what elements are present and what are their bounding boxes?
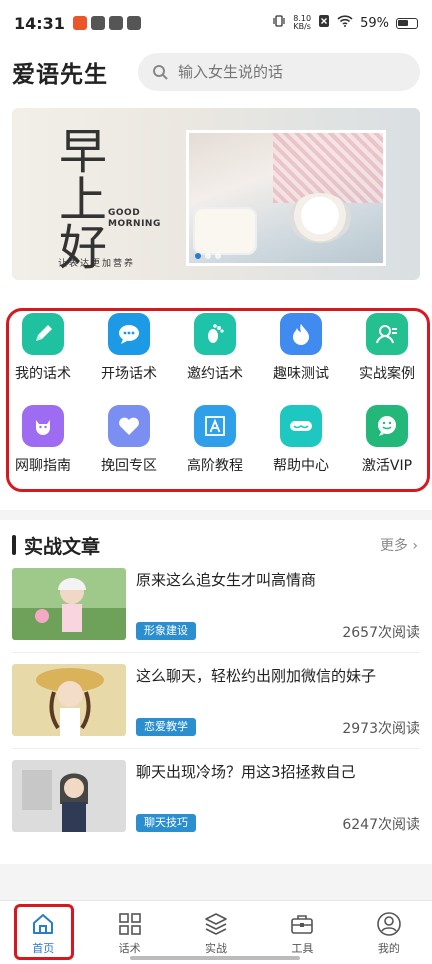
banner-carousel[interactable]: 早上好 GOOD MORNING 让表达更加营养 <box>12 108 420 280</box>
status-time: 14:31 <box>14 13 65 33</box>
banner-english: GOOD MORNING <box>108 208 161 230</box>
net-speed: 8.10 KB/s <box>293 15 311 31</box>
status-bar: 14:31 8.10 KB/s 59% <box>0 0 432 46</box>
divider <box>12 748 420 749</box>
article-thumbnail <box>12 568 126 640</box>
carousel-dot <box>205 253 211 259</box>
app-notification-icon <box>108 16 123 30</box>
nav-label: 工具 <box>291 942 314 955</box>
more-link[interactable]: 更多 › <box>380 535 418 555</box>
net-speed-unit: KB/s <box>293 22 311 31</box>
article-tag: 聊天技巧 <box>136 814 196 832</box>
article-item[interactable]: 原来这么追女生才叫高情商 形象建设 2657次阅读 <box>0 568 432 664</box>
article-title: 原来这么追女生才叫高情商 <box>136 571 317 589</box>
app-title: 爱语先生 <box>12 62 108 88</box>
article-item[interactable]: 聊天出现冷场？用这3招拯救自己 聊天技巧 6247次阅读 <box>0 760 432 856</box>
section-header: 实战文章 更多 › <box>0 520 432 570</box>
photo-bowl <box>289 193 351 243</box>
battery-icon <box>396 17 418 29</box>
nav-highlight-box <box>14 904 74 960</box>
photo-cloth <box>273 133 383 203</box>
nav-label: 实战 <box>205 942 228 955</box>
battery-percent: 59% <box>360 15 389 31</box>
nav-item-scripts[interactable]: 话术 <box>86 901 172 964</box>
nav-item-practice[interactable]: 实战 <box>173 901 259 964</box>
app-notification-icon <box>90 16 105 30</box>
article-tag: 形象建设 <box>136 622 196 640</box>
section-bar <box>12 535 16 555</box>
search-bar[interactable] <box>138 53 420 91</box>
app-notification-icon <box>126 16 141 30</box>
carousel-dot <box>215 253 221 259</box>
home-indicator <box>130 956 300 960</box>
article-thumbnail <box>12 664 126 736</box>
article-item[interactable]: 这么聊天，轻松约出刚加微信的妹子 恋爱教学 2973次阅读 <box>0 664 432 760</box>
header: 爱语先生 <box>0 46 432 98</box>
wifi-icon <box>337 15 353 31</box>
article-reads: 2973次阅读 <box>342 721 420 737</box>
section-title: 实战文章 <box>24 535 101 558</box>
divider <box>12 652 420 653</box>
banner-english-line2: MORNING <box>108 219 161 229</box>
carousel-indicator <box>195 253 221 259</box>
more-label: 更多 <box>379 538 408 554</box>
article-reads: 6247次阅读 <box>342 817 420 833</box>
article-reads: 2657次阅读 <box>342 625 420 641</box>
article-title: 聊天出现冷场？用这3招拯救自己 <box>136 763 356 781</box>
search-input[interactable] <box>178 63 406 81</box>
nav-label: 话术 <box>118 942 141 955</box>
grid-icon <box>117 911 143 940</box>
carousel-dot-active <box>195 253 201 259</box>
chevron-right-icon: › <box>412 538 418 554</box>
toolbox-icon <box>289 911 315 940</box>
article-thumbnail <box>12 760 126 832</box>
sim-off-icon <box>318 14 330 32</box>
banner-section: 早上好 GOOD MORNING 让表达更加营养 <box>0 98 432 298</box>
banner-subtitle: 让表达更加营养 <box>58 259 136 269</box>
photo-food <box>193 207 257 255</box>
layers-icon <box>203 911 229 940</box>
search-icon <box>152 64 168 80</box>
vibrate-icon <box>272 14 286 32</box>
nav-item-me[interactable]: 我的 <box>346 901 432 964</box>
nav-label: 我的 <box>377 942 400 955</box>
banner-english-line1: GOOD <box>108 208 141 218</box>
banner-greeting-text: 早上好 <box>50 126 106 270</box>
notification-icons <box>72 16 141 30</box>
nav-item-tools[interactable]: 工具 <box>259 901 345 964</box>
app-notification-icon <box>72 16 87 30</box>
article-tag: 恋爱教学 <box>136 718 196 736</box>
highlight-box <box>6 308 430 492</box>
banner-photo <box>186 130 386 266</box>
feature-grid-section: 我的话术 开场话术 邀约话术 趣味测试 实战案例 网聊指南 挽回专区 高阶教程 帮助中心 激活VI… <box>0 298 432 510</box>
profile-icon <box>376 911 402 940</box>
article-title: 这么聊天，轻松约出刚加微信的妹子 <box>136 667 377 685</box>
articles-section: 实战文章 更多 › 原来这么追女生才叫高情商 形象建设 2657次阅读 这么聊天… <box>0 520 432 864</box>
